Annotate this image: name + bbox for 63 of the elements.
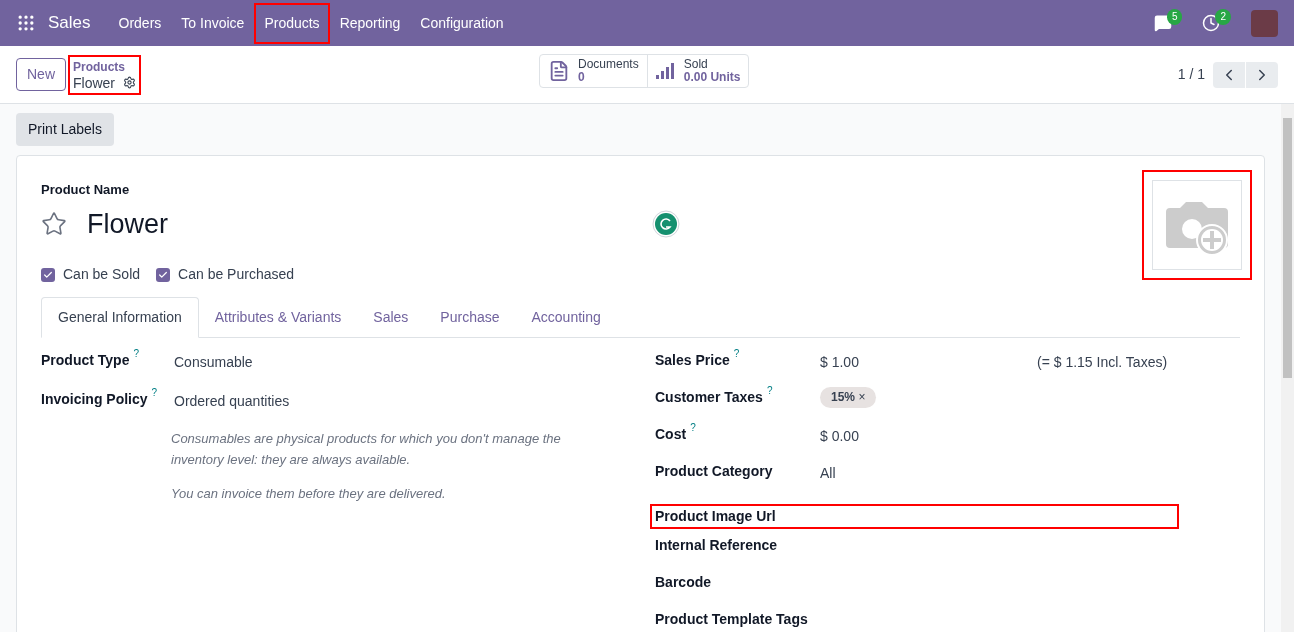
smart-button[interactable]: Sold 0.00 Units <box>646 55 749 87</box>
checkbox-label: Can be Purchased <box>178 265 295 284</box>
scrollbar[interactable] <box>1281 104 1294 632</box>
form-tab[interactable]: Purchase <box>424 297 516 338</box>
print-labels-button[interactable]: Print Labels <box>16 113 114 146</box>
settings-icon[interactable] <box>123 76 137 89</box>
price-incl-taxes: (= $ 1.15 Incl. Taxes) <box>1037 353 1168 372</box>
help-text: Consumables are physical products for which you don't manage the inventory level: they are always available. <box>171 430 562 469</box>
previous-button[interactable] <box>1213 61 1245 88</box>
checkbox[interactable] <box>41 267 55 282</box>
nav-menu-item[interactable]: Configuration <box>412 4 512 42</box>
help-tooltip-mark[interactable]: ? <box>133 348 139 360</box>
help-text: You can invoice them before they are delivered. <box>171 485 447 503</box>
tax-tag[interactable]: 15% × <box>820 387 877 408</box>
smart-button[interactable]: Documents 0 <box>540 55 647 87</box>
field-value[interactable]: Ordered quantities <box>174 389 290 428</box>
field-value[interactable]: All <box>820 461 1037 484</box>
field-label: Customer Taxes <box>655 388 763 407</box>
field-label: Product Image Url <box>655 507 776 526</box>
form-tab[interactable]: Accounting <box>515 297 617 338</box>
app-name[interactable]: Sales <box>48 10 91 36</box>
help-tooltip-mark[interactable]: ? <box>151 387 158 399</box>
apps-menu-icon[interactable] <box>16 13 36 33</box>
remove-tag-mark[interactable]: × <box>858 390 866 404</box>
notification-badge: 2 <box>1215 9 1231 25</box>
help-tooltip-mark[interactable]: ? <box>766 385 773 397</box>
field-label: Invoicing Policy <box>41 390 148 409</box>
field-label: Product Name <box>41 181 131 199</box>
field-value[interactable]: $ 0.00 <box>820 424 1037 447</box>
form-tab[interactable]: General Information <box>41 297 199 338</box>
product-name-input[interactable]: Flower <box>87 203 168 244</box>
nav-menu-item[interactable]: To Invoice <box>173 4 253 42</box>
field-label: Product Template Tags <box>655 610 808 629</box>
check-icon <box>43 269 53 280</box>
favorite-star-icon[interactable] <box>41 210 67 237</box>
record-name: Flower <box>73 74 116 91</box>
field-label: Barcode <box>655 573 712 592</box>
document-icon <box>548 60 570 82</box>
help-tooltip-mark[interactable]: ? <box>690 422 696 434</box>
nav-menu-item[interactable]: Products <box>256 4 328 42</box>
form-tab[interactable]: Sales <box>357 297 425 338</box>
field-label: Product Category <box>655 462 773 481</box>
field-label: Sales Price <box>655 351 730 370</box>
check-icon <box>158 269 169 280</box>
activities-icon[interactable] <box>1202 14 1221 32</box>
notification-badge: 5 <box>1166 9 1183 25</box>
field-label: Cost <box>655 425 687 444</box>
field-value[interactable]: Consumable <box>174 350 253 389</box>
breadcrumb-link[interactable]: Products <box>73 58 137 75</box>
checkbox-label: Can be Sold <box>63 265 141 284</box>
help-tooltip-mark[interactable]: ? <box>733 348 740 360</box>
form-tab[interactable]: Attributes & Variants <box>198 297 358 338</box>
nav-menu-item[interactable]: Orders <box>110 4 170 42</box>
assistant-extension-icon[interactable] <box>652 209 680 238</box>
field-label: Internal Reference <box>655 536 778 555</box>
next-button[interactable] <box>1246 61 1278 88</box>
pager-value: 1 / 1 <box>1177 65 1205 84</box>
checkbox[interactable] <box>156 267 171 282</box>
nav-menu-item[interactable]: Reporting <box>331 4 409 42</box>
field-value[interactable]: $ 1.00 <box>820 350 1037 373</box>
new-button[interactable]: New <box>16 58 66 91</box>
field-label: Product Type <box>41 351 130 370</box>
signal-bars-icon <box>655 63 676 79</box>
